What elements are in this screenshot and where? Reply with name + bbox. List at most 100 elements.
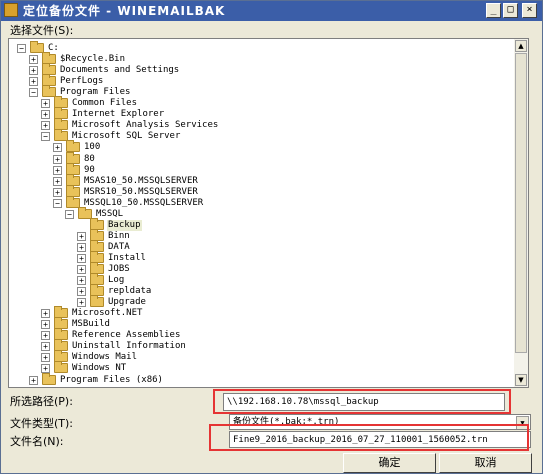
expand-plus-icon[interactable]: +: [53, 143, 62, 153]
expand-plus-icon[interactable]: +: [29, 77, 38, 87]
tree-node[interactable]: + Uninstall Information: [9, 339, 514, 352]
tree-node[interactable]: + MSAS10_50.MSSQLSERVER: [9, 173, 514, 187]
expand-plus-icon[interactable]: +: [41, 342, 50, 352]
expand-plus-icon[interactable]: +: [77, 276, 86, 286]
expand-plus-icon[interactable]: +: [77, 242, 86, 252]
close-button[interactable]: ×: [522, 3, 537, 18]
file-name-input[interactable]: Fine9_2016_backup_2016_07_27_110001_1560…: [229, 431, 531, 448]
tree-node-label: 90: [84, 164, 95, 175]
tree-node[interactable]: + DATA: [9, 239, 514, 253]
expand-plus-icon[interactable]: +: [53, 176, 62, 186]
tree-node[interactable]: + Program Files (x86): [9, 372, 514, 386]
expand-plus-icon[interactable]: +: [53, 154, 62, 164]
tree-node[interactable]: − Program Files: [9, 85, 514, 98]
tree-node[interactable]: + Microsoft.NET: [9, 306, 514, 319]
folder-tree[interactable]: − C: + $Recycle.Bin + Documents and Settings +…: [9, 39, 514, 387]
expand-plus-icon[interactable]: +: [77, 265, 86, 274]
tree-node-label: Reference Assemblies: [72, 330, 181, 341]
collapse-minus-icon[interactable]: −: [53, 198, 62, 208]
expand-plus-icon[interactable]: +: [41, 110, 50, 120]
tree-vertical-scrollbar[interactable]: ▲ ▼: [514, 39, 528, 387]
expand-plus-icon[interactable]: +: [41, 99, 50, 109]
folder-tree-panel[interactable]: − C: + $Recycle.Bin + Documents and Settings +…: [8, 38, 529, 388]
scroll-up-arrow-icon[interactable]: ▲: [515, 40, 527, 52]
title-bar[interactable]: 定位备份文件 - WINEMAILBAK _ □ ×: [1, 1, 542, 21]
expand-plus-icon[interactable]: +: [77, 298, 86, 308]
tree-node-label: 80: [84, 153, 95, 164]
expand-plus-icon[interactable]: +: [41, 353, 50, 363]
collapse-minus-icon[interactable]: −: [29, 88, 38, 98]
expand-plus-icon[interactable]: +: [77, 287, 86, 297]
expand-plus-icon[interactable]: +: [29, 375, 38, 385]
tree-node[interactable]: + MSBuild: [9, 317, 514, 330]
expand-plus-icon[interactable]: +: [77, 253, 86, 263]
expand-plus-icon[interactable]: +: [41, 331, 50, 341]
tree-node[interactable]: + $Recycle.Bin: [9, 52, 514, 65]
selected-path-label: 所选路径(P):: [10, 395, 73, 408]
tree-node-label: Program Files: [60, 87, 131, 98]
tree-node[interactable]: + repldata: [9, 284, 514, 297]
tree-node-label: Log: [108, 275, 125, 286]
expand-plus-icon[interactable]: +: [53, 165, 62, 175]
tree-node[interactable]: − C:: [9, 41, 514, 54]
file-type-select[interactable]: 备份文件(*.bak;*.trn) ▼: [229, 414, 531, 430]
expand-plus-icon[interactable]: +: [53, 187, 62, 197]
collapse-minus-icon[interactable]: −: [65, 209, 74, 219]
scroll-down-arrow-icon[interactable]: ▼: [515, 374, 527, 386]
cancel-button[interactable]: 取消: [439, 453, 532, 473]
expand-plus-icon[interactable]: +: [41, 320, 50, 330]
tree-node[interactable]: + Common Files: [9, 96, 514, 109]
minimize-button[interactable]: _: [486, 3, 501, 18]
tree-node[interactable]: + Internet Explorer: [9, 107, 514, 120]
tree-node-label: repldata: [108, 286, 152, 297]
tree-node-label: $Recycle.Bin: [60, 54, 126, 65]
tree-node[interactable]: + Documents and Settings: [9, 63, 514, 76]
file-name-label: 文件名(N):: [10, 435, 64, 448]
tree-node-label: MSRS10_50.MSSQLSERVER: [84, 186, 198, 197]
tree-node-label: Uninstall Information: [72, 341, 186, 352]
expand-plus-icon[interactable]: +: [29, 66, 38, 76]
tree-node[interactable]: + Windows Mail: [9, 350, 514, 363]
tree-node-label: MSSQL10_50.MSSQLSERVER: [84, 197, 204, 208]
tree-node-label: MSBuild: [72, 319, 110, 330]
window-title: 定位备份文件 - WINEMAILBAK: [23, 4, 226, 18]
expand-plus-icon[interactable]: +: [29, 55, 38, 65]
tree-node[interactable]: + PerfLogs: [9, 74, 514, 87]
tree-node-label: MSAS10_50.MSSQLSERVER: [84, 175, 198, 186]
tree-node-label: Windows Mail: [72, 352, 138, 363]
tree-node[interactable]: +80: [9, 151, 514, 165]
ok-button[interactable]: 确定: [343, 453, 436, 473]
tree-node[interactable]: + Binn: [9, 228, 514, 242]
tree-node-label: DATA: [108, 241, 130, 252]
maximize-button[interactable]: □: [503, 3, 518, 18]
expand-plus-icon[interactable]: +: [77, 231, 86, 241]
tree-node-label: Install: [108, 252, 146, 263]
tree-node[interactable]: + Windows NT: [9, 361, 514, 374]
tree-node[interactable]: + MSRS10_50.MSSQLSERVER: [9, 184, 514, 198]
tree-node[interactable]: − Microsoft SQL Server: [9, 129, 514, 142]
expand-plus-icon[interactable]: +: [41, 121, 50, 131]
scrollbar-thumb[interactable]: [515, 53, 527, 353]
tree-node[interactable]: + Microsoft Analysis Services: [9, 118, 514, 131]
tree-node[interactable]: + JOBS: [9, 262, 514, 275]
collapse-minus-icon[interactable]: −: [41, 132, 50, 142]
tree-node[interactable]: +100: [9, 140, 514, 153]
file-type-value: 备份文件(*.bak;*.trn): [233, 417, 340, 427]
selected-path-input[interactable]: \\192.168.10.78\mssql_backup: [223, 393, 505, 411]
tree-node-label: Windows NT: [72, 363, 127, 374]
chevron-down-icon[interactable]: ▼: [516, 416, 529, 429]
tree-node[interactable]: + Install: [9, 250, 514, 264]
tree-node-label: Common Files: [72, 98, 138, 109]
folder-icon: [42, 372, 56, 385]
tree-node[interactable]: + Log: [9, 273, 514, 286]
tree-node[interactable]: + Upgrade: [9, 295, 514, 308]
expand-plus-icon[interactable]: +: [41, 309, 50, 319]
tree-node[interactable]: + Reference Assemblies: [9, 328, 514, 341]
collapse-minus-icon[interactable]: −: [17, 44, 26, 53]
tree-node[interactable]: − MSSQL: [9, 206, 514, 220]
tree-node-label: JOBS: [108, 264, 130, 274]
tree-node[interactable]: +90: [9, 162, 514, 176]
tree-node-label: Program Files (x86): [60, 374, 163, 385]
tree-node[interactable]: Backup: [9, 217, 514, 231]
tree-node-label: Documents and Settings: [60, 65, 180, 76]
